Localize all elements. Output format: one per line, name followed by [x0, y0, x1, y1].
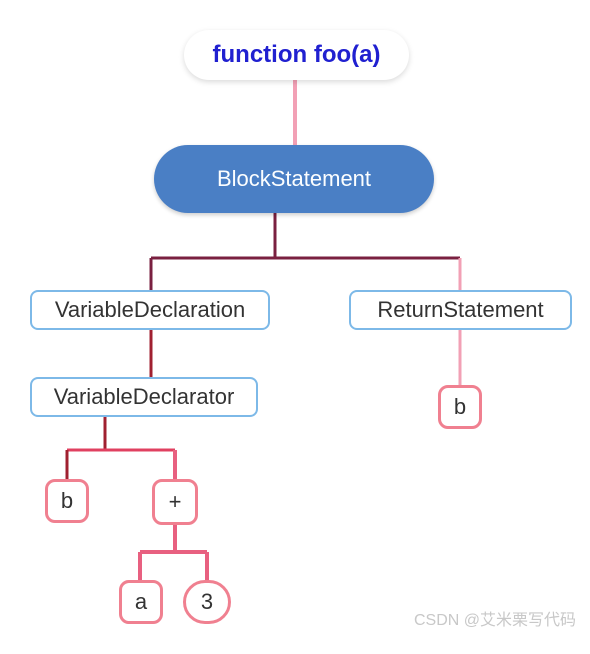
node-variable-declarator: VariableDeclarator	[30, 377, 258, 417]
node-block-statement: BlockStatement	[154, 145, 434, 213]
node-literal-three: 3	[183, 580, 231, 624]
node-return-statement: ReturnStatement	[349, 290, 572, 330]
node-operator-plus: +	[152, 479, 198, 525]
watermark: CSDN @艾米栗写代码	[414, 606, 576, 630]
node-identifier-a: a	[119, 580, 163, 624]
node-identifier-b-return: b	[438, 385, 482, 429]
node-function-root: function foo(a)	[184, 30, 409, 80]
node-variable-declaration: VariableDeclaration	[30, 290, 270, 330]
node-identifier-b-left: b	[45, 479, 89, 523]
